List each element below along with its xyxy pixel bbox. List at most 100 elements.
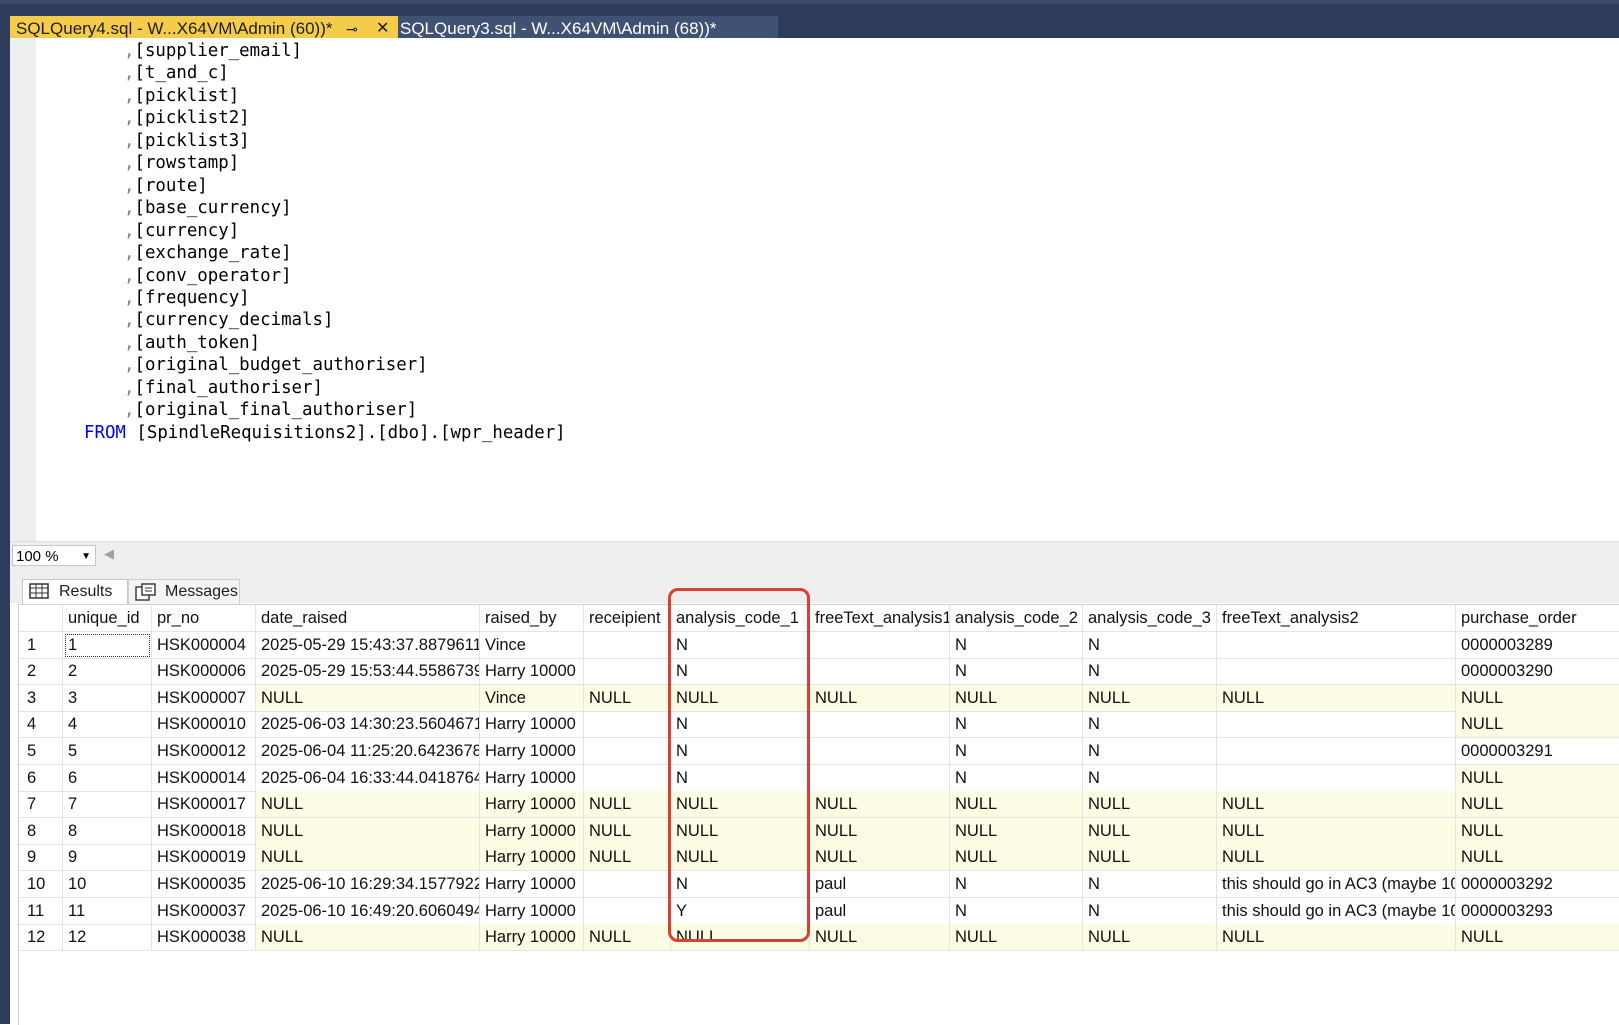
grid-cell[interactable]: HSK000038 (152, 924, 256, 952)
grid-cell[interactable] (810, 711, 950, 739)
grid-cell[interactable]: 3 (63, 684, 152, 712)
grid-cell[interactable]: NULL (256, 791, 480, 819)
scroll-left-icon[interactable]: ◀ (104, 546, 114, 562)
grid-cell[interactable]: Harry 10000 (480, 897, 584, 925)
grid-cell[interactable]: 0000003291 (1456, 738, 1619, 765)
grid-cell[interactable]: Harry 10000 (480, 791, 584, 819)
grid-cell[interactable]: NULL (256, 924, 480, 952)
grid-cell[interactable] (1217, 711, 1456, 739)
row-number[interactable]: 6 (19, 764, 63, 792)
grid-cell[interactable]: NULL (950, 684, 1083, 712)
grid-cell[interactable]: N (1083, 711, 1217, 739)
row-number[interactable]: 2 (19, 658, 63, 686)
grid-cell[interactable]: N (1083, 764, 1217, 792)
grid-cell[interactable]: NULL (1083, 817, 1217, 845)
grid-cell[interactable]: NULL (1217, 791, 1456, 819)
grid-cell[interactable]: 2025-05-29 15:43:37.8879611 (256, 631, 480, 659)
grid-cell[interactable]: N (1083, 871, 1217, 898)
row-number[interactable]: 5 (19, 738, 63, 765)
grid-cell[interactable]: HSK000006 (152, 658, 256, 686)
grid-cell[interactable]: NULL (1083, 684, 1217, 712)
grid-cell[interactable]: NULL (1456, 711, 1619, 739)
grid-cell[interactable]: NULL (1456, 684, 1619, 712)
grid-cell[interactable] (584, 658, 671, 686)
grid-cell[interactable]: NULL (810, 791, 950, 819)
grid-cell[interactable]: HSK000019 (152, 844, 256, 872)
grid-cell[interactable]: NULL (810, 924, 950, 952)
column-header[interactable]: freeText_analysis1 (810, 605, 950, 632)
grid-cell[interactable]: paul (810, 871, 950, 898)
grid-cell[interactable]: NULL (810, 844, 950, 872)
grid-cell[interactable]: N (950, 738, 1083, 765)
grid-cell[interactable]: 10 (63, 871, 152, 898)
grid-cell[interactable] (584, 738, 671, 765)
grid-cell[interactable]: NULL (256, 684, 480, 712)
grid-cell[interactable]: 2025-06-10 16:49:20.6060494 (256, 897, 480, 925)
grid-cell[interactable]: Harry 10000 (480, 658, 584, 686)
results-grid[interactable]: unique_id pr_no date_raised raised_by receip… (18, 604, 1619, 1025)
grid-cell[interactable]: 6 (63, 764, 152, 792)
grid-cell[interactable]: NULL (1083, 844, 1217, 872)
grid-cell[interactable]: N (950, 764, 1083, 792)
grid-cell[interactable]: NULL (584, 817, 671, 845)
grid-cell[interactable]: N (1083, 631, 1217, 659)
grid-cell[interactable]: NULL (1083, 791, 1217, 819)
grid-cell[interactable]: Harry 10000 (480, 817, 584, 845)
grid-cell[interactable]: NULL (1217, 817, 1456, 845)
grid-cell[interactable]: NULL (1456, 764, 1619, 792)
column-header[interactable]: purchase_order (1456, 605, 1619, 632)
grid-cell[interactable]: NULL (256, 817, 480, 845)
grid-cell[interactable]: 2025-06-10 16:29:34.1577922 (256, 871, 480, 898)
grid-cell[interactable]: NULL (1456, 791, 1619, 819)
grid-cell[interactable]: NULL (950, 817, 1083, 845)
grid-cell[interactable]: Vince (480, 684, 584, 712)
grid-cell[interactable]: paul (810, 897, 950, 925)
grid-cell[interactable]: HSK000010 (152, 711, 256, 739)
column-header[interactable]: pr_no (152, 605, 256, 632)
tab-messages[interactable]: Messages (128, 579, 240, 605)
grid-cell[interactable]: 2025-06-04 16:33:44.0418764 (256, 764, 480, 792)
grid-cell[interactable]: NULL (1456, 817, 1619, 845)
grid-cell[interactable]: 2025-06-03 14:30:23.5604671 (256, 711, 480, 739)
grid-cell[interactable]: this should go in AC3 (maybe 10) (1217, 871, 1456, 898)
row-number[interactable]: 1 (19, 631, 63, 659)
grid-cell[interactable]: 0000003290 (1456, 658, 1619, 686)
grid-cell[interactable] (584, 631, 671, 659)
grid-cell[interactable] (584, 764, 671, 792)
grid-cell[interactable] (584, 897, 671, 925)
row-number[interactable]: 3 (19, 684, 63, 712)
tab-results[interactable]: Results (22, 579, 128, 604)
grid-cell[interactable]: N (1083, 897, 1217, 925)
grid-cell[interactable] (810, 764, 950, 792)
grid-cell[interactable]: NULL (584, 791, 671, 819)
grid-cell[interactable]: 8 (63, 817, 152, 845)
grid-cell[interactable]: HSK000012 (152, 738, 256, 765)
grid-cell[interactable]: NULL (1217, 924, 1456, 952)
grid-cell[interactable]: HSK000017 (152, 791, 256, 819)
grid-cell[interactable]: NULL (1083, 924, 1217, 952)
grid-cell[interactable]: 5 (63, 738, 152, 765)
grid-cell[interactable]: N (950, 658, 1083, 686)
column-header[interactable]: raised_by (480, 605, 584, 632)
grid-cell[interactable]: NULL (810, 817, 950, 845)
grid-cell[interactable]: N (950, 897, 1083, 925)
column-header[interactable]: date_raised (256, 605, 480, 632)
row-number[interactable]: 11 (19, 897, 63, 925)
grid-cell[interactable]: HSK000014 (152, 764, 256, 792)
grid-cell[interactable]: NULL (1456, 924, 1619, 952)
grid-cell[interactable]: NULL (950, 791, 1083, 819)
row-number[interactable]: 4 (19, 711, 63, 739)
grid-cell[interactable]: 12 (63, 924, 152, 952)
grid-cell[interactable]: HSK000007 (152, 684, 256, 712)
grid-cell[interactable]: HSK000035 (152, 871, 256, 898)
grid-cell[interactable]: 4 (63, 711, 152, 739)
grid-cell[interactable] (1217, 658, 1456, 686)
grid-cell[interactable]: this should go in AC3 (maybe 10) (1217, 897, 1456, 925)
grid-cell[interactable]: Harry 10000 (480, 871, 584, 898)
column-header[interactable]: analysis_code_2 (950, 605, 1083, 632)
grid-cell[interactable] (1217, 738, 1456, 765)
grid-cell[interactable]: NULL (1217, 684, 1456, 712)
grid-cell[interactable]: Harry 10000 (480, 924, 584, 952)
grid-cell[interactable]: 9 (63, 844, 152, 872)
column-header[interactable]: freeText_analysis2 (1217, 605, 1456, 632)
